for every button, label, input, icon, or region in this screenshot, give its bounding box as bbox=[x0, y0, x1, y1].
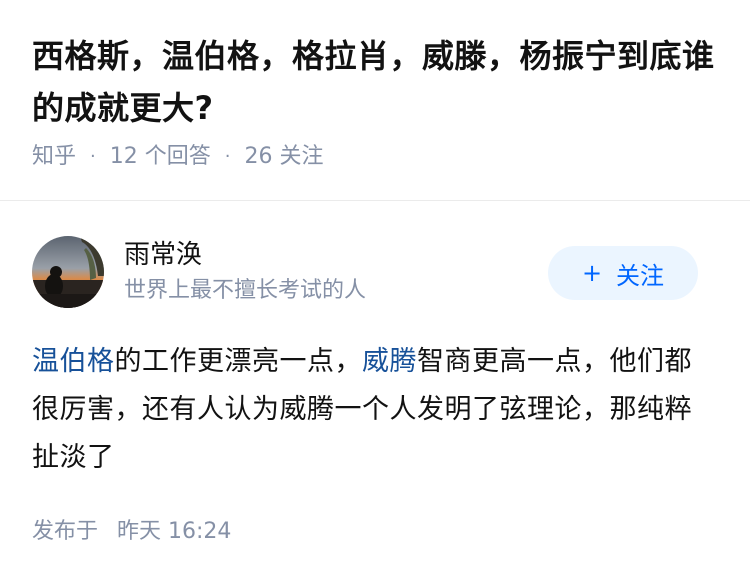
source-label[interactable]: 知乎 bbox=[32, 142, 76, 172]
question-title[interactable]: 西格斯，温伯格，格拉肖，威滕，杨振宁到底谁的成就更大? bbox=[32, 30, 732, 134]
avatar[interactable] bbox=[32, 236, 104, 308]
answer-content: 温伯格的工作更漂亮一点，威腾智商更高一点，他们都很厉害，还有人认为威腾一个人发明… bbox=[32, 338, 712, 482]
follower-count[interactable]: 26 关注 bbox=[244, 142, 323, 172]
meta-separator: · bbox=[90, 146, 96, 167]
answer-text: 的工作更漂亮一点， bbox=[114, 346, 362, 377]
publish-time: 发布于 昨天 16:24 bbox=[32, 517, 231, 547]
meta-separator: · bbox=[224, 146, 231, 167]
follow-button[interactable]: + 关注 bbox=[548, 246, 698, 300]
follow-label: 关注 bbox=[616, 261, 665, 290]
topic-link-witten[interactable]: 威腾 bbox=[362, 346, 417, 377]
question-header: 西格斯，温伯格，格拉肖，威滕，杨振宁到底谁的成就更大? 知乎 · 12 个回答 … bbox=[32, 30, 732, 172]
published-time: 昨天 16:24 bbox=[117, 519, 232, 544]
author-name[interactable]: 雨常涣 bbox=[124, 238, 202, 272]
plus-icon: + bbox=[581, 259, 603, 287]
question-meta: 知乎 · 12 个回答 · 26 关注 bbox=[32, 142, 732, 172]
answer-count[interactable]: 12 个回答 bbox=[110, 142, 211, 172]
author-row: 雨常涣 世界上最不擅长考试的人 + 关注 bbox=[32, 236, 718, 308]
avatar-image bbox=[32, 236, 104, 308]
author-bio: 世界上最不擅长考试的人 bbox=[124, 278, 367, 303]
topic-link-weinberg[interactable]: 温伯格 bbox=[32, 346, 115, 377]
divider bbox=[0, 200, 750, 201]
published-label: 发布于 bbox=[32, 519, 99, 544]
